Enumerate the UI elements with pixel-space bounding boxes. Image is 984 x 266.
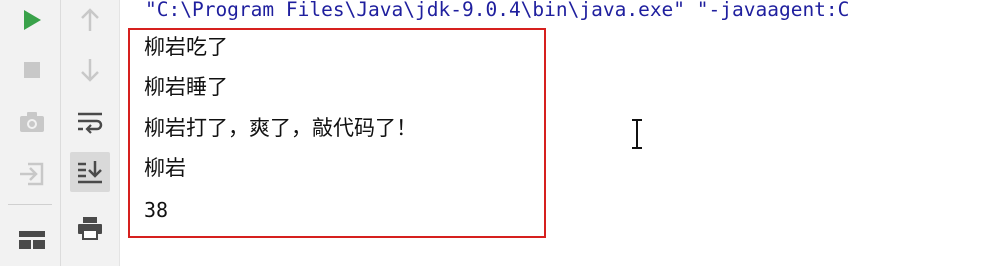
previous-occurrence-button[interactable]	[70, 0, 110, 40]
run-toolbar-secondary	[61, 0, 120, 266]
console-command-line: "C:\Program Files\Java\jdk-9.0.4\bin\jav…	[145, 0, 850, 21]
scroll-to-end-button[interactable]	[70, 152, 110, 192]
stop-icon	[24, 62, 40, 78]
console-output-line: 柳岩	[144, 156, 186, 180]
console-output-line: 柳岩睡了	[144, 75, 228, 99]
text-cursor-icon	[632, 119, 642, 149]
exit-icon	[20, 162, 44, 186]
toolbar-separator	[8, 204, 52, 205]
exit-button[interactable]	[12, 154, 52, 194]
console-output-line: 柳岩吃了	[144, 35, 228, 59]
print-button[interactable]	[70, 208, 110, 248]
stop-button[interactable]	[12, 50, 52, 90]
soft-wrap-icon	[78, 112, 103, 134]
layout-icon	[19, 231, 45, 249]
run-console: "C:\Program Files\Java\jdk-9.0.4\bin\jav…	[0, 0, 984, 266]
run-toolbar-primary	[0, 0, 61, 266]
console-output-line: 柳岩打了，爽了，敲代码了！	[144, 116, 417, 140]
restore-layout-button[interactable]	[12, 220, 52, 260]
arrow-down-icon	[81, 59, 99, 82]
console-output-line: 38	[144, 198, 169, 222]
scroll-to-end-icon	[78, 161, 102, 184]
print-icon	[78, 217, 102, 240]
soft-wrap-button[interactable]	[70, 102, 110, 142]
dump-threads-button[interactable]	[12, 102, 52, 142]
rerun-button[interactable]	[12, 0, 52, 40]
next-occurrence-button[interactable]	[70, 50, 110, 90]
run-icon	[24, 10, 41, 30]
camera-icon	[20, 112, 44, 132]
arrow-up-icon	[81, 8, 99, 31]
